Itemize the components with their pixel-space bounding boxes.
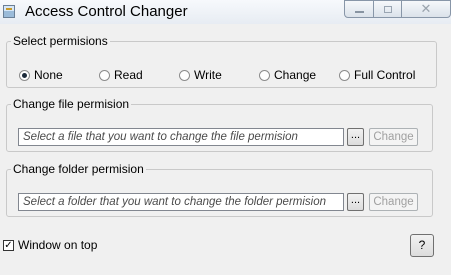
file-group: Change file permision Select a file that… [6,97,433,152]
radio-button[interactable] [259,69,270,81]
title-bar[interactable]: Access Control Changer ✕ [0,0,451,24]
help-button[interactable]: ? [410,234,434,257]
maximize-button[interactable] [373,0,402,18]
window-title: Access Control Changer [25,3,188,20]
minimize-icon [354,11,364,13]
radio-label: Write [194,68,222,82]
close-button[interactable]: ✕ [401,0,451,18]
app-icon[interactable] [3,5,15,18]
file-group-legend: Change file permision [13,97,130,111]
file-path-input[interactable]: Select a file that you want to change th… [18,128,344,146]
close-icon: ✕ [420,1,432,16]
radio-button[interactable] [179,69,190,81]
window-on-top-label: Window on top [18,238,98,252]
folder-group: Change folder permision Select a folder … [6,162,433,217]
folder-path-input[interactable]: Select a folder that you want to change … [18,193,344,211]
permissions-group: Select permisions None Read Write Change… [6,34,437,88]
radio-label: Full Control [354,68,416,82]
radio-button[interactable] [99,69,110,81]
permissions-legend: Select permisions [13,34,108,48]
radio-label: None [34,68,63,82]
folder-group-legend: Change folder permision [13,162,144,176]
radio-read[interactable]: Read [99,68,143,82]
radio-none[interactable]: None [19,68,63,82]
radio-button[interactable] [19,69,30,81]
minimize-button[interactable] [344,0,374,18]
radio-full-control[interactable]: Full Control [339,68,415,82]
folder-change-button[interactable]: Change [369,193,418,211]
app-window: Access Control Changer ✕ Select permisio… [0,0,451,275]
folder-browse-button[interactable]: ... [347,193,364,211]
radio-label: Change [274,68,317,82]
file-change-button[interactable]: Change [369,128,418,146]
radio-label: Read [114,68,143,82]
window-on-top-option[interactable]: ✓ Window on top [3,238,97,252]
radio-write[interactable]: Write [179,68,222,82]
file-browse-button[interactable]: ... [347,128,364,146]
window-on-top-checkbox[interactable]: ✓ [3,239,14,251]
maximize-icon [383,5,392,13]
window-controls: ✕ [344,0,451,19]
radio-change[interactable]: Change [259,68,316,82]
radio-button[interactable] [339,69,350,81]
